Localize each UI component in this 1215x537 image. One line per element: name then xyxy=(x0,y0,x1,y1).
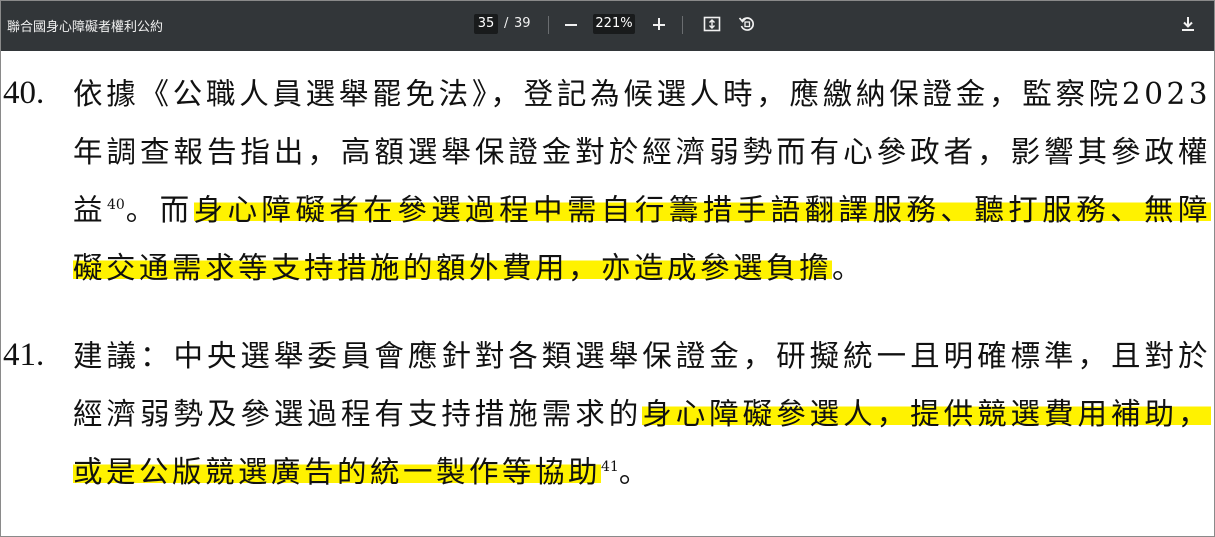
item-paragraph: 建議：中央選舉委員會應針對各類選舉保證金，研擬統一且明確標準，且對於經濟弱勢及參… xyxy=(73,327,1211,501)
paragraph-text: 。 xyxy=(832,251,866,285)
page-number-input[interactable]: 35 xyxy=(474,14,498,34)
paragraph-text: 。而 xyxy=(124,193,194,227)
viewer-toolbar: 聯合國身心障礙者權利公約 35 / 39 221% xyxy=(1,1,1214,51)
page-separator: / xyxy=(504,16,509,31)
item-number: 41. xyxy=(3,337,45,373)
document-page: 40. 依據《公職人員選舉罷免法》，登記為候選人時，應繳納保證金，監察院2023… xyxy=(1,51,1214,536)
rotate-icon[interactable] xyxy=(738,15,756,33)
fit-to-page-icon[interactable] xyxy=(703,15,721,33)
plus-icon[interactable] xyxy=(651,14,667,34)
footnote-ref[interactable]: 40 xyxy=(107,197,125,213)
paragraph-text: 。 xyxy=(618,455,652,489)
highlighted-text: 身心障礙者在參選過程中需自行籌措手語翻譯服務、聽打服務、無障礙交通需求等支持措施… xyxy=(73,193,1211,285)
download-icon[interactable] xyxy=(1179,15,1197,33)
pdf-viewer: 聯合國身心障礙者權利公約 35 / 39 221% 40. 依據《公職人員選舉罷… xyxy=(0,0,1215,537)
toolbar-divider xyxy=(548,16,549,34)
zoom-level-input[interactable]: 221% xyxy=(593,14,635,34)
minus-icon[interactable] xyxy=(563,14,579,34)
document-title: 聯合國身心障礙者權利公約 xyxy=(7,20,164,35)
footnote-ref[interactable]: 41 xyxy=(601,459,619,475)
item-paragraph: 依據《公職人員選舉罷免法》，登記為候選人時，應繳納保證金，監察院2023 年調查… xyxy=(73,65,1211,297)
page-total: 39 xyxy=(514,16,531,31)
toolbar-divider xyxy=(682,16,683,34)
item-number: 40. xyxy=(3,75,45,111)
